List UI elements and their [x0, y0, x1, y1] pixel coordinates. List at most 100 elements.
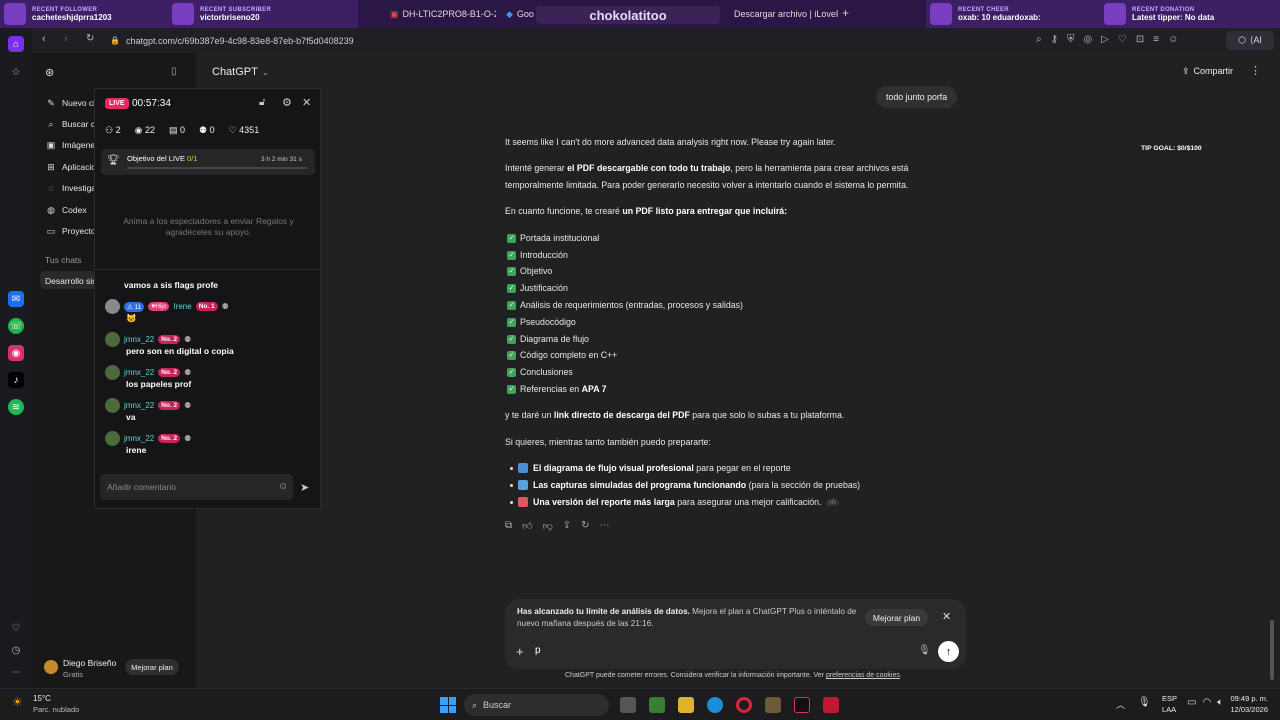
lock-icon[interactable]: 🔓︎	[259, 97, 265, 108]
scrollbar[interactable]	[1270, 620, 1274, 680]
sidebar-toggle-icon[interactable]: ▯	[171, 66, 177, 77]
search-icon[interactable]: ⌕	[1036, 34, 1042, 45]
sidebar-item-research[interactable]: ◌ Investiga	[46, 183, 96, 193]
assistant-paragraph: temporalmente limitada. Para poder gener…	[505, 180, 909, 190]
display-icon[interactable]: ▭	[1187, 697, 1196, 708]
language-code[interactable]: ESP	[1162, 694, 1177, 703]
upgrade-button[interactable]: Mejorar plan	[125, 659, 179, 675]
camera-icon[interactable]: ⊡	[1136, 34, 1144, 45]
task-view-icon[interactable]	[620, 697, 636, 713]
browser-tab[interactable]: ▣DH-LTIC2PRO8-B1-O-202	[384, 0, 496, 28]
url-text: chatgpt.com/c/69b387e9-4c98-83e8-87eb-b7…	[125, 35, 354, 46]
key-icon[interactable]: ⚷	[1051, 34, 1058, 45]
weather-icon[interactable]: ☀	[12, 695, 23, 709]
comment-username[interactable]: jmnx_22	[124, 335, 154, 344]
more-icon[interactable]: ⋯	[8, 664, 24, 680]
volume-icon[interactable]: 🔈︎	[1217, 697, 1223, 708]
chart-emoji-icon	[518, 463, 528, 473]
live-objective[interactable]: 🏆︎ Objetivo del LIVE 0/1 3 h 2 min 31 s	[101, 149, 315, 175]
app-icon[interactable]	[823, 697, 839, 713]
more-icon[interactable]: ⋯	[600, 520, 610, 532]
browser-tab[interactable]: ◆ Goo	[500, 0, 536, 28]
close-icon[interactable]: ✕	[942, 610, 951, 623]
heart-icon[interactable]: ♡	[8, 620, 24, 636]
url-field[interactable]: 🔒 chatgpt.com/c/69b387e9-4c98-83e8-87eb-…	[110, 32, 354, 49]
minecraft-icon[interactable]	[649, 697, 665, 713]
sidebar-item-projects[interactable]: ▭ Proyecto	[46, 226, 96, 236]
sidebar-item-search[interactable]: ⌕ Buscar ch	[46, 119, 99, 129]
prompt-input[interactable]: p	[535, 645, 895, 659]
heart-icon[interactable]: ♡	[1118, 34, 1127, 45]
comment-username[interactable]: jmnx_22	[124, 368, 154, 377]
sidebar-item-codex[interactable]: ◍ Codex	[46, 205, 87, 215]
rank-badge: No. 2	[158, 401, 181, 410]
sidebar-item-images[interactable]: ▣ Imágene	[46, 140, 95, 150]
level-badge: ⚠ 11	[124, 301, 145, 312]
send-icon[interactable]: ➤	[300, 481, 309, 494]
microphone-icon[interactable]: 🎙︎	[918, 645, 931, 656]
upgrade-plan-button[interactable]: Mejorar plan	[865, 609, 928, 626]
attach-plus-icon[interactable]: +	[516, 644, 524, 659]
regenerate-icon[interactable]: ↻	[581, 520, 589, 532]
tray-chevron-icon[interactable]: ︿	[1116, 698, 1125, 711]
comment-input[interactable]: Añadir comentario ☺	[100, 474, 293, 500]
file-explorer-icon[interactable]	[678, 697, 694, 713]
check-icon: ✓	[507, 350, 516, 360]
person-icon[interactable]: ☺	[1168, 34, 1178, 45]
history-icon[interactable]: ◷	[8, 642, 24, 658]
share-icon[interactable]: ⇪	[563, 520, 571, 532]
windows-start-icon[interactable]	[440, 697, 456, 713]
instagram-icon[interactable]: ◉	[8, 345, 24, 361]
ai-button[interactable]: ⬡ ⟨AI	[1226, 31, 1274, 50]
send-button[interactable]: ↑	[938, 641, 959, 662]
microphone-icon[interactable]: 🎙︎	[1138, 697, 1151, 708]
comment-username[interactable]: Irene	[173, 302, 191, 311]
more-options-icon[interactable]: ⋮	[1250, 64, 1261, 77]
keyboard-layout[interactable]: LAA	[1162, 705, 1176, 714]
sidebar-item-new-chat[interactable]: ✎ Nuevo ch	[46, 98, 98, 108]
weather-temp: 15°C	[33, 694, 51, 703]
edge-icon[interactable]	[707, 697, 723, 713]
whatsapp-icon[interactable]: ☏	[8, 318, 24, 334]
forward-icon[interactable]: ›	[64, 33, 68, 45]
reload-icon[interactable]: ↻	[86, 33, 94, 44]
tiktok-icon[interactable]	[794, 697, 810, 713]
tab-favicon-icon: ▣	[390, 8, 399, 19]
avatar[interactable]	[44, 660, 58, 674]
wifi-icon[interactable]: ◠	[1202, 697, 1211, 708]
copy-icon[interactable]: ⧉	[505, 520, 512, 532]
user-message: todo junto porfa	[876, 86, 958, 108]
check-icon: ✓	[507, 317, 516, 327]
shield-icon[interactable]: ⛨	[1067, 34, 1075, 45]
thumbs-down-icon[interactable]: 👎︎	[543, 520, 553, 532]
cookie-preferences-link[interactable]: preferencias de cookies	[826, 672, 900, 679]
opera-icon[interactable]	[736, 697, 752, 713]
clock-time[interactable]: 09:49 p. m.	[1228, 694, 1268, 703]
thumbs-up-icon[interactable]: 👍︎	[522, 520, 532, 532]
home-icon[interactable]: ⌂	[8, 36, 24, 52]
comment-username[interactable]: jmnx_22	[124, 434, 154, 443]
back-icon[interactable]: ‹	[42, 33, 46, 45]
app-icon[interactable]	[765, 697, 781, 713]
comment-username[interactable]: jmnx_22	[124, 401, 154, 410]
taskbar-search[interactable]: ⌕ Buscar	[464, 694, 609, 716]
settings-icon[interactable]: ⚙	[282, 96, 292, 109]
spotify-icon[interactable]: ≋	[8, 399, 24, 415]
close-icon[interactable]: ✕	[302, 96, 311, 109]
sidebar-item-apps[interactable]: ⊞ Aplicacio	[46, 162, 96, 172]
clock-date[interactable]: 12/03/2026	[1228, 705, 1268, 714]
share-button[interactable]: ⇪ Compartir	[1182, 66, 1233, 77]
menu-icon[interactable]: ≡	[1153, 34, 1159, 45]
emoji-icon[interactable]: ☺	[278, 481, 288, 492]
alert-avatar	[930, 3, 952, 25]
star-icon[interactable]: ☆	[8, 64, 24, 80]
vpn-icon[interactable]: ◎	[1083, 34, 1092, 45]
play-icon[interactable]: ▷	[1101, 34, 1109, 45]
tiktok-icon[interactable]: ♪	[8, 372, 24, 388]
code-citation-icon[interactable]: ‹/›	[826, 498, 840, 506]
messenger-icon[interactable]: ✉	[8, 291, 24, 307]
openai-logo-icon[interactable]: ⊛	[45, 66, 54, 79]
model-selector[interactable]: ChatGPT ⌄	[212, 66, 269, 78]
new-tab-icon[interactable]: +	[842, 6, 849, 20]
browser-tab[interactable]: Descargar archivo | iLoveP	[728, 0, 838, 28]
